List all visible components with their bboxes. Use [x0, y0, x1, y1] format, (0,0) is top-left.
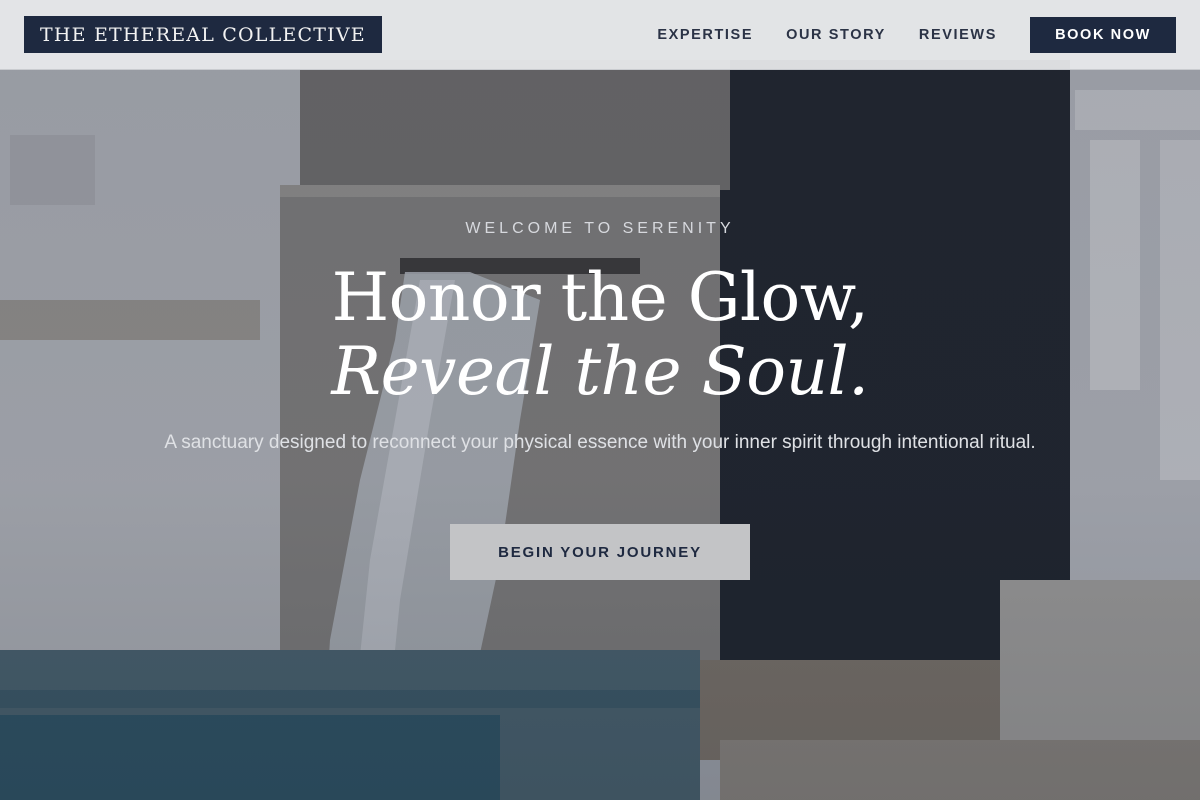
begin-journey-button[interactable]: BEGIN YOUR JOURNEY [450, 524, 750, 580]
headline-line-2: Reveal the Soul. [331, 333, 869, 410]
hero-eyebrow: WELCOME TO SERENITY [465, 220, 735, 237]
headline-line-1: Honor the Glow, [331, 259, 869, 336]
hero-section: WELCOME TO SERENITY Honor the Glow, Reve… [0, 0, 1200, 800]
hero-subtitle: A sanctuary designed to reconnect your p… [164, 432, 1036, 453]
hero-headline: Honor the Glow, Reveal the Soul. [0, 258, 1200, 406]
